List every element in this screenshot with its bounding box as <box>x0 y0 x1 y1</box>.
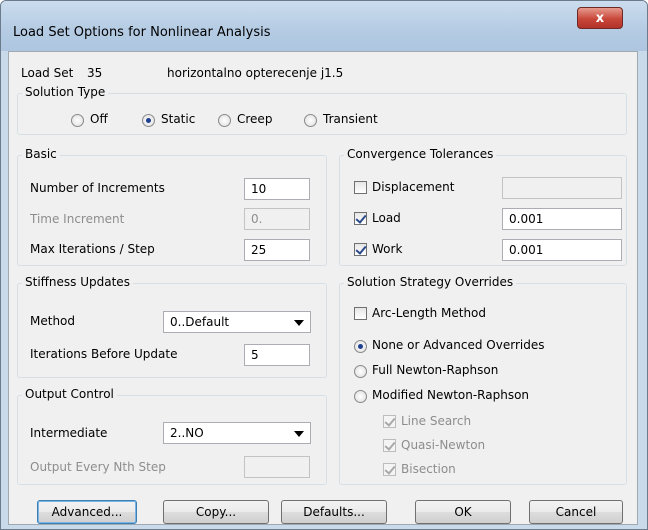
solution-type-title: Solution Type <box>22 85 109 99</box>
basic-group: Basic Number of Increments 10 Time Incre… <box>17 147 327 266</box>
convergence-title: Convergence Tolerances <box>344 147 497 161</box>
num-increments-input[interactable]: 10 <box>244 178 310 200</box>
dialog-window: Load Set Options for Nonlinear Analysis … <box>0 0 648 530</box>
time-increment-label: Time Increment <box>30 212 125 226</box>
radio-none-overrides-label: None or Advanced Overrides <box>372 338 545 352</box>
method-select[interactable]: 0..Default <box>163 311 311 333</box>
chevron-down-icon <box>294 320 304 326</box>
load-set-name: horizontalno opterecenje j1.5 <box>167 66 344 80</box>
close-icon: x <box>595 10 605 26</box>
time-increment-input: 0. <box>244 208 310 230</box>
max-iter-input[interactable]: 25 <box>244 239 310 261</box>
output-control-group: Output Control Intermediate 2..NO Output… <box>17 387 327 485</box>
basic-title: Basic <box>22 147 60 161</box>
radio-off-label: Off <box>90 112 108 126</box>
max-iter-label: Max Iterations / Step <box>30 242 155 256</box>
every-nth-input <box>244 456 310 478</box>
close-button[interactable]: x <box>577 7 623 29</box>
displacement-checkbox[interactable] <box>354 181 367 194</box>
stiffness-group: Stiffness Updates Method 0..Default Iter… <box>17 275 327 378</box>
defaults-button[interactable]: Defaults... <box>281 500 387 524</box>
radio-static-label: Static <box>161 112 196 126</box>
radio-off[interactable] <box>71 114 84 127</box>
intermediate-value: 2..NO <box>170 426 204 440</box>
dialog-title: Load Set Options for Nonlinear Analysis <box>13 25 271 40</box>
load-checkbox[interactable] <box>354 212 367 225</box>
radio-creep[interactable] <box>218 114 231 127</box>
iter-before-update-input[interactable]: 5 <box>244 344 310 366</box>
iter-before-update-label: Iterations Before Update <box>30 347 178 361</box>
arc-length-checkbox[interactable] <box>354 307 367 320</box>
line-search-label: Line Search <box>401 414 472 428</box>
radio-transient-label: Transient <box>323 112 378 126</box>
work-tolerance-input[interactable]: 0.001 <box>502 239 622 261</box>
dialog-body: Load Set 35 horizontalno opterecenje j1.… <box>8 51 638 525</box>
copy-button[interactable]: Copy... <box>163 500 269 524</box>
load-set-number: 35 <box>87 66 103 80</box>
method-value: 0..Default <box>170 315 230 329</box>
work-label: Work <box>372 242 403 256</box>
chevron-down-icon <box>294 431 304 437</box>
radio-static[interactable] <box>142 114 155 127</box>
num-increments-label: Number of Increments <box>30 181 165 195</box>
arc-length-label: Arc-Length Method <box>372 306 487 320</box>
work-checkbox[interactable] <box>354 243 367 256</box>
displacement-label: Displacement <box>372 180 455 194</box>
load-set-label: Load Set <box>21 66 74 80</box>
title-bar[interactable]: Load Set Options for Nonlinear Analysis … <box>1 1 647 51</box>
quasi-newton-checkbox <box>383 439 396 452</box>
strategy-group: Solution Strategy Overrides Arc-Length M… <box>339 275 627 485</box>
radio-full-newton[interactable] <box>354 365 367 378</box>
quasi-newton-label: Quasi-Newton <box>401 438 486 452</box>
strategy-title: Solution Strategy Overrides <box>344 275 517 289</box>
radio-transient[interactable] <box>304 114 317 127</box>
ok-button[interactable]: OK <box>415 500 511 524</box>
advanced-button[interactable]: Advanced... <box>37 500 137 524</box>
output-control-title: Output Control <box>22 387 117 401</box>
stiffness-title: Stiffness Updates <box>22 275 133 289</box>
bisection-checkbox <box>383 463 396 476</box>
radio-creep-label: Creep <box>237 112 273 126</box>
cancel-button[interactable]: Cancel <box>529 500 623 524</box>
bisection-label: Bisection <box>401 462 456 476</box>
every-nth-label: Output Every Nth Step <box>30 460 166 474</box>
intermediate-select[interactable]: 2..NO <box>163 422 311 444</box>
convergence-group: Convergence Tolerances Displacement Load… <box>339 147 627 266</box>
solution-type-group: Solution Type Off Static Creep Transient <box>17 85 627 135</box>
intermediate-label: Intermediate <box>30 426 108 440</box>
displacement-input <box>502 177 622 199</box>
radio-none-overrides[interactable] <box>354 340 367 353</box>
load-tolerance-input[interactable]: 0.001 <box>502 208 622 230</box>
line-search-checkbox <box>383 415 396 428</box>
load-label: Load <box>372 211 401 225</box>
radio-full-newton-label: Full Newton-Raphson <box>372 363 499 377</box>
radio-modified-newton[interactable] <box>354 390 367 403</box>
radio-modified-newton-label: Modified Newton-Raphson <box>372 388 530 402</box>
method-label: Method <box>30 314 76 328</box>
